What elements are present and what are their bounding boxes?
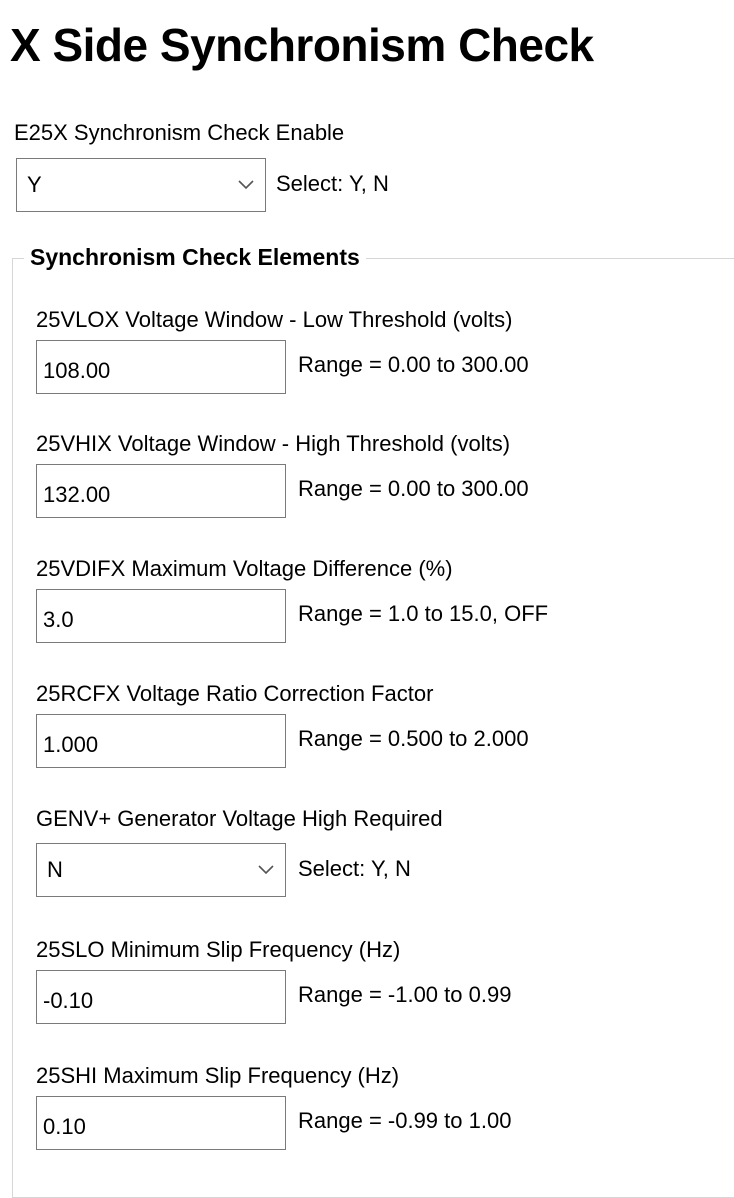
field-25vhix-label: 25VHIX Voltage Window - High Threshold (… bbox=[36, 431, 511, 456]
field-genv-hint: Select: Y, N bbox=[298, 856, 411, 881]
field-25slo-label: 25SLO Minimum Slip Frequency (Hz) bbox=[36, 937, 401, 962]
field-25vlox-hint: Range = 0.00 to 300.00 bbox=[298, 352, 529, 377]
field-25slo-hint: Range = -1.00 to 0.99 bbox=[298, 982, 512, 1007]
chevron-down-icon[interactable] bbox=[255, 858, 277, 880]
enable-hint: Select: Y, N bbox=[276, 171, 389, 196]
field-genv-label: GENV+ Generator Voltage High Required bbox=[36, 806, 443, 831]
field-25vdifx-input[interactable] bbox=[36, 589, 286, 643]
chevron-down-icon[interactable] bbox=[235, 173, 257, 195]
enable-select[interactable]: Y bbox=[16, 158, 266, 212]
field-25shi-input[interactable] bbox=[36, 1096, 286, 1150]
field-25vlox-label: 25VLOX Voltage Window - Low Threshold (v… bbox=[36, 307, 513, 332]
field-25vdifx-label: 25VDIFX Maximum Voltage Difference (%) bbox=[36, 556, 453, 581]
field-25vlox-input[interactable] bbox=[36, 340, 286, 394]
enable-select-value: Y bbox=[27, 172, 42, 197]
field-25rcfx-input[interactable] bbox=[36, 714, 286, 768]
field-25vhix-input[interactable] bbox=[36, 464, 286, 518]
field-genv-select-value: N bbox=[47, 857, 63, 882]
field-25shi-label: 25SHI Maximum Slip Frequency (Hz) bbox=[36, 1063, 400, 1088]
field-25rcfx-hint: Range = 0.500 to 2.000 bbox=[298, 726, 529, 751]
field-25slo-input[interactable] bbox=[36, 970, 286, 1024]
page-title: X Side Synchronism Check bbox=[10, 19, 594, 71]
group-title: Synchronism Check Elements bbox=[24, 244, 366, 271]
field-25rcfx-label: 25RCFX Voltage Ratio Correction Factor bbox=[36, 681, 434, 706]
enable-label: E25X Synchronism Check Enable bbox=[14, 120, 345, 145]
field-25vhix-hint: Range = 0.00 to 300.00 bbox=[298, 476, 529, 501]
field-genv-select[interactable]: N bbox=[36, 843, 286, 897]
field-25vdifx-hint: Range = 1.0 to 15.0, OFF bbox=[298, 601, 549, 626]
field-25shi-hint: Range = -0.99 to 1.00 bbox=[298, 1108, 512, 1133]
